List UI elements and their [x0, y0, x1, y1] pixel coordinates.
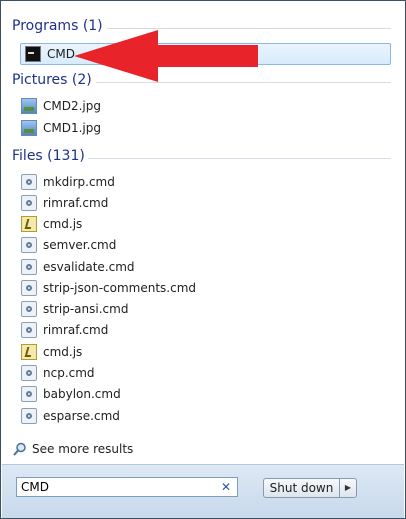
- result-file[interactable]: esvalidate.cmd: [21, 257, 135, 277]
- image-file-icon: [21, 120, 37, 136]
- cmd-file-icon: [21, 195, 37, 211]
- cmd-file-icon: [21, 301, 37, 317]
- result-file[interactable]: mkdirp.cmd: [21, 172, 115, 192]
- search-icon: [13, 442, 26, 456]
- result-file[interactable]: cmd.js: [21, 214, 82, 234]
- result-label: rimraf.cmd: [43, 196, 109, 210]
- result-label: strip-json-comments.cmd: [43, 281, 197, 295]
- result-file[interactable]: cmd.js: [21, 342, 82, 362]
- cmd-file-icon: [21, 322, 37, 338]
- shut-down-button[interactable]: Shut down: [264, 479, 339, 497]
- chevron-right-icon[interactable]: ▶: [339, 479, 356, 497]
- result-label: cmd.js: [43, 345, 83, 359]
- result-file[interactable]: strip-ansi.cmd: [21, 299, 128, 319]
- cmd-file-icon: [21, 408, 37, 424]
- result-label: rimraf.cmd: [43, 323, 109, 337]
- see-more-results-link[interactable]: See more results: [13, 442, 133, 456]
- result-label: CMD: [47, 47, 75, 61]
- search-results: Programs (1) CMD Pictures (2) CMD2.jpg C…: [2, 2, 403, 464]
- cmd-file-icon: [21, 386, 37, 402]
- result-label: esparse.cmd: [43, 409, 120, 423]
- cmd-file-icon: [21, 237, 37, 253]
- files-divider: [88, 158, 391, 159]
- result-label: CMD1.jpg: [43, 121, 101, 135]
- result-file[interactable]: esparse.cmd: [21, 406, 120, 426]
- js-file-icon: [21, 344, 37, 360]
- clear-icon[interactable]: ✕: [221, 480, 231, 494]
- result-picture[interactable]: CMD2.jpg: [21, 96, 101, 116]
- result-file[interactable]: rimraf.cmd: [21, 320, 108, 340]
- cmd-file-icon: [21, 280, 37, 296]
- result-label: esvalidate.cmd: [43, 260, 135, 274]
- js-file-icon: [21, 216, 37, 232]
- files-header[interactable]: Files (131): [12, 148, 85, 164]
- search-input[interactable]: [21, 480, 211, 494]
- result-file[interactable]: babylon.cmd: [21, 384, 121, 404]
- result-label: CMD2.jpg: [43, 99, 101, 113]
- cmd-file-icon: [21, 174, 37, 190]
- result-picture[interactable]: CMD1.jpg: [21, 118, 101, 138]
- result-label: ncp.cmd: [43, 366, 95, 380]
- result-label: semver.cmd: [43, 238, 117, 252]
- cmd-file-icon: [21, 259, 37, 275]
- shut-down-split-button[interactable]: Shut down ▶: [263, 478, 357, 498]
- cmd-file-icon: [21, 365, 37, 381]
- programs-divider: [107, 28, 391, 29]
- red-arrow-icon: [74, 30, 258, 82]
- result-file[interactable]: rimraf.cmd: [21, 193, 108, 213]
- image-file-icon: [21, 98, 37, 114]
- console-icon: [25, 46, 41, 62]
- result-label: cmd.js: [43, 217, 83, 231]
- see-more-label: See more results: [32, 442, 134, 456]
- result-file[interactable]: ncp.cmd: [21, 363, 95, 383]
- search-box[interactable]: ✕: [16, 477, 238, 497]
- result-label: strip-ansi.cmd: [43, 302, 129, 316]
- pictures-divider: [96, 82, 391, 83]
- start-menu-search-panel: Programs (1) CMD Pictures (2) CMD2.jpg C…: [0, 0, 406, 519]
- result-label: babylon.cmd: [43, 387, 121, 401]
- result-file[interactable]: strip-json-comments.cmd: [21, 278, 196, 298]
- result-file[interactable]: semver.cmd: [21, 235, 116, 255]
- result-label: mkdirp.cmd: [43, 175, 115, 189]
